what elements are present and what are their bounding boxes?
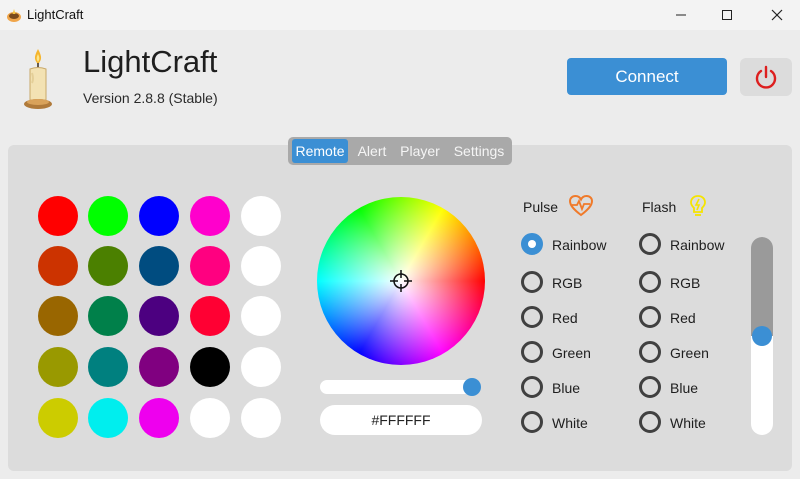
candle-logo-icon	[24, 49, 52, 109]
tab-settings[interactable]: Settings	[448, 139, 510, 163]
maximize-button[interactable]	[704, 0, 750, 30]
color-swatch[interactable]	[139, 347, 179, 387]
speed-slider-fill	[751, 237, 773, 336]
speed-slider-thumb[interactable]	[752, 326, 772, 346]
pulse-label-green[interactable]: Green	[552, 345, 591, 361]
flash-title: Flash	[642, 199, 677, 215]
color-swatch[interactable]	[139, 196, 179, 236]
color-swatch[interactable]	[241, 246, 281, 286]
tab-player[interactable]: Player	[396, 139, 444, 163]
color-swatch[interactable]	[190, 347, 230, 387]
color-swatch[interactable]	[88, 196, 128, 236]
flash-label-rgb[interactable]: RGB	[670, 275, 700, 291]
tab-alert[interactable]: Alert	[352, 139, 392, 163]
color-swatch[interactable]	[241, 347, 281, 387]
color-swatch[interactable]	[139, 398, 179, 438]
brightness-slider[interactable]	[320, 380, 480, 394]
flash-label-rainbow[interactable]: Rainbow	[670, 237, 724, 253]
pulse-title: Pulse	[523, 199, 559, 215]
title-bar: LightCraft	[0, 0, 800, 30]
pulse-label-blue[interactable]: Blue	[552, 380, 580, 396]
color-swatch[interactable]	[88, 296, 128, 336]
color-swatch[interactable]	[38, 196, 78, 236]
color-swatch[interactable]	[139, 296, 179, 336]
tab-bar: Remote Alert Player Settings	[288, 137, 512, 165]
pulse-label-rainbow[interactable]: Rainbow	[552, 237, 606, 253]
window-title: LightCraft	[27, 7, 84, 22]
minimize-icon	[676, 14, 686, 16]
maximize-icon	[722, 10, 732, 20]
power-icon	[755, 65, 777, 89]
color-swatch[interactable]	[190, 398, 230, 438]
pulse-label-red[interactable]: Red	[552, 310, 578, 326]
pulse-label-rgb[interactable]: RGB	[552, 275, 582, 291]
pulse-radio-green[interactable]	[521, 341, 543, 363]
flash-radio-red[interactable]	[639, 306, 661, 328]
crosshair-icon	[390, 270, 412, 292]
pulse-radio-rgb[interactable]	[521, 271, 543, 293]
color-swatch[interactable]	[38, 398, 78, 438]
color-swatch[interactable]	[241, 398, 281, 438]
color-swatch[interactable]	[190, 196, 230, 236]
flash-radio-white[interactable]	[639, 411, 661, 433]
color-swatch[interactable]	[38, 347, 78, 387]
app-icon	[7, 9, 21, 22]
hex-color-field[interactable]: #FFFFFF	[320, 405, 482, 435]
color-swatch[interactable]	[241, 296, 281, 336]
pulse-radio-blue[interactable]	[521, 376, 543, 398]
color-swatch[interactable]	[139, 246, 179, 286]
flash-radio-rgb[interactable]	[639, 271, 661, 293]
flash-radio-green[interactable]	[639, 341, 661, 363]
color-swatch[interactable]	[190, 296, 230, 336]
heart-pulse-icon	[568, 194, 594, 217]
app-version: Version 2.8.8 (Stable)	[83, 90, 218, 106]
lightbulb-icon	[690, 195, 706, 216]
color-swatch[interactable]	[38, 246, 78, 286]
flash-radio-blue[interactable]	[639, 376, 661, 398]
flash-radio-rainbow[interactable]	[639, 233, 661, 255]
pulse-radio-red[interactable]	[521, 306, 543, 328]
minimize-button[interactable]	[658, 0, 704, 30]
color-swatch[interactable]	[88, 398, 128, 438]
brightness-slider-thumb[interactable]	[463, 378, 481, 396]
power-button[interactable]	[740, 58, 792, 96]
close-icon	[771, 9, 783, 21]
tab-remote[interactable]: Remote	[292, 139, 348, 163]
flash-label-red[interactable]: Red	[670, 310, 696, 326]
color-swatch[interactable]	[190, 246, 230, 286]
flash-label-green[interactable]: Green	[670, 345, 709, 361]
connect-button[interactable]: Connect	[567, 58, 727, 95]
color-swatch[interactable]	[88, 246, 128, 286]
color-swatch[interactable]	[88, 347, 128, 387]
pulse-label-white[interactable]: White	[552, 415, 588, 431]
pulse-radio-rainbow[interactable]	[521, 233, 543, 255]
flash-label-blue[interactable]: Blue	[670, 380, 698, 396]
flash-label-white[interactable]: White	[670, 415, 706, 431]
close-button[interactable]	[754, 0, 800, 30]
color-swatch[interactable]	[38, 296, 78, 336]
pulse-radio-white[interactable]	[521, 411, 543, 433]
app-name: LightCraft	[83, 44, 218, 79]
color-swatch[interactable]	[241, 196, 281, 236]
